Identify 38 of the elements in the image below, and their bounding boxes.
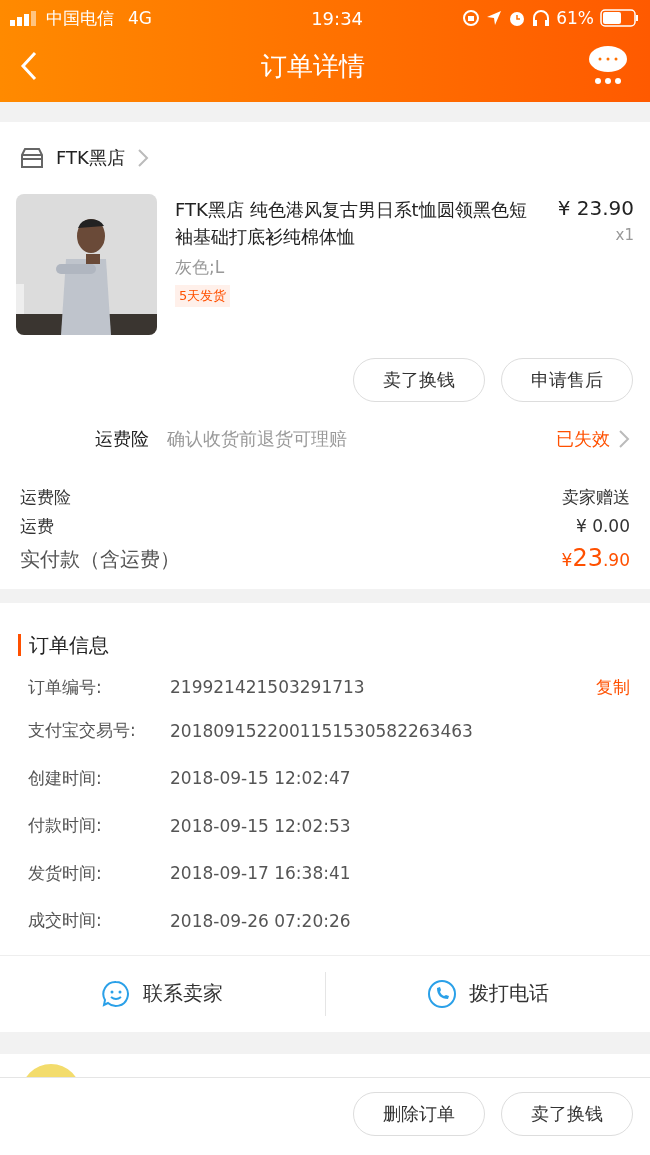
info-value: 2018091522001151530582263463 xyxy=(170,720,473,741)
info-label: 创建时间: xyxy=(28,766,103,790)
contact-button[interactable]: 联系卖家 xyxy=(0,971,325,1016)
insurance-description: 确认收货前退货可理赔 xyxy=(167,427,348,451)
call-button[interactable]: 拨打电话 xyxy=(324,971,650,1016)
info-label: 付款时间: xyxy=(28,814,103,838)
info-value: 2018-09-26 07:20:26 xyxy=(170,910,351,931)
info-label: 成交时间: xyxy=(28,909,103,933)
info-label: 支付宝交易号: xyxy=(28,719,137,743)
summary-value: 卖家赠送 xyxy=(562,486,630,509)
delivery-tag: 5天发货 xyxy=(175,285,231,307)
info-label: 订单编号: xyxy=(28,675,103,699)
product-price: ¥ 23.90 xyxy=(557,196,634,220)
section-title: 订单信息 xyxy=(29,631,109,659)
battery-percent: 61% xyxy=(556,8,594,28)
item-action-button[interactable]: 卖了换钱 xyxy=(353,358,485,402)
network-type: 4G xyxy=(128,8,152,28)
info-value: 2018-09-15 12:02:47 xyxy=(170,768,351,789)
product-title[interactable]: FTK黑店 纯色港风复古男日系t恤圆领黑色短袖基础打底衫纯棉体恤 xyxy=(175,194,540,250)
item-action-button[interactable]: 申请售后 xyxy=(501,358,633,402)
summary-label: 运费 xyxy=(20,515,54,538)
order-action-button[interactable]: 删除订单 xyxy=(353,1091,485,1136)
info-value: 2018-09-17 16:38:41 xyxy=(170,863,351,884)
page-title: 订单详情 xyxy=(261,49,365,83)
total-price: ¥23.90 xyxy=(561,544,630,572)
carrier-name: 中国电信 xyxy=(46,6,114,30)
order-action-button[interactable]: 卖了换钱 xyxy=(501,1091,633,1136)
clock-time: 19:34 xyxy=(311,7,364,29)
info-value: 2018-09-15 12:02:53 xyxy=(170,815,351,836)
info-label: 发货时间: xyxy=(28,861,103,885)
insurance-label: 运费险 xyxy=(95,427,149,451)
summary-label: 运费险 xyxy=(20,486,71,509)
product-quantity: x1 xyxy=(615,226,634,244)
product-sku: 灰色;L xyxy=(175,256,226,279)
summary-value: ¥ 0.00 xyxy=(575,516,630,536)
info-value: 219921421503291713 xyxy=(170,677,365,697)
total-label: 实付款（含运费） xyxy=(20,546,180,573)
shop-name[interactable]: FTK黑店 xyxy=(56,146,125,170)
